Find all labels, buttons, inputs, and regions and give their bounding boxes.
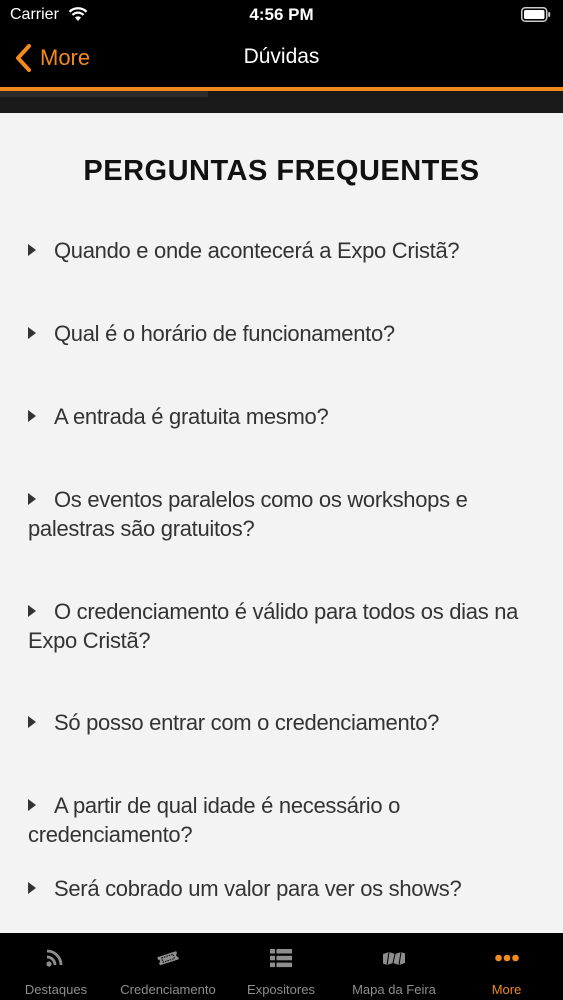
list-icon	[270, 949, 292, 968]
battery-icon	[521, 7, 551, 22]
tab-more[interactable]: More	[450, 933, 563, 1000]
disclosure-triangle-icon	[28, 244, 36, 256]
disclosure-triangle-icon	[28, 882, 36, 894]
tab-label: Destaques	[24, 982, 88, 997]
disclosure-triangle-icon	[28, 327, 36, 339]
tab-bar: Destaques Credenciamento Expositores Map…	[0, 933, 563, 1000]
progress-shadow	[0, 91, 563, 113]
map-icon	[383, 951, 405, 966]
progress-shadow-segment	[0, 91, 209, 97]
faq-question-text: O credenciamento é válido para todos os …	[28, 599, 519, 653]
faq-question-text: Quando e onde acontecerá a Expo Cristã?	[54, 238, 460, 263]
faq-question-text: A entrada é gratuita mesmo?	[54, 404, 329, 429]
faq-question-item[interactable]: Os eventos paralelos como os workshops e…	[28, 485, 533, 543]
navigation-bar: More Dúvidas	[0, 32, 563, 87]
disclosure-triangle-icon	[28, 605, 36, 617]
page-title: Dúvidas	[243, 45, 320, 68]
tab-mapa-da-feira[interactable]: Mapa da Feira	[338, 933, 450, 1000]
tab-label: More	[491, 982, 522, 997]
faq-question-text: A partir de qual idade é necessário o cr…	[28, 793, 401, 847]
faq-question-item[interactable]: Só posso entrar com o credenciamento?	[28, 708, 533, 737]
faq-question-item[interactable]: Quando e onde acontecerá a Expo Cristã?	[28, 236, 533, 265]
faq-heading: PERGUNTAS FREQUENTES	[83, 155, 480, 187]
tab-label: Credenciamento	[120, 982, 216, 997]
faq-question-item[interactable]: Será cobrado um valor para ver os shows?	[28, 874, 533, 903]
tab-destaques[interactable]: Destaques	[0, 933, 112, 1000]
ticket-icon	[157, 951, 179, 966]
faq-question-text: Qual é o horário de funcionamento?	[54, 321, 395, 346]
faq-question-item[interactable]: Qual é o horário de funcionamento?	[28, 319, 533, 348]
more-dots-icon	[494, 954, 519, 962]
tab-expositores[interactable]: Expositores	[224, 933, 338, 1000]
rss-icon	[46, 949, 63, 967]
faq-question-text: Os eventos paralelos como os workshops e…	[28, 487, 468, 541]
faq-question-text: Só posso entrar com o credenciamento?	[54, 710, 440, 735]
status-bar: Carrier 4:56 PM	[0, 0, 563, 32]
tab-label: Mapa da Feira	[352, 982, 436, 997]
tab-label: Expositores	[247, 982, 315, 997]
disclosure-triangle-icon	[28, 799, 36, 811]
disclosure-triangle-icon	[28, 716, 36, 728]
tab-credenciamento[interactable]: Credenciamento	[112, 933, 224, 1000]
faq-question-item[interactable]: O credenciamento é válido para todos os …	[28, 597, 533, 655]
faq-content[interactable]: PERGUNTAS FREQUENTES Quando e onde acont…	[0, 113, 563, 933]
status-time: 4:56 PM	[249, 5, 314, 24]
disclosure-triangle-icon	[28, 493, 36, 505]
faq-question-item[interactable]: A partir de qual idade é necessário o cr…	[28, 791, 533, 849]
faq-question-item[interactable]: A entrada é gratuita mesmo?	[28, 402, 533, 431]
faq-question-text: Será cobrado um valor para ver os shows?	[54, 876, 462, 901]
disclosure-triangle-icon	[28, 410, 36, 422]
